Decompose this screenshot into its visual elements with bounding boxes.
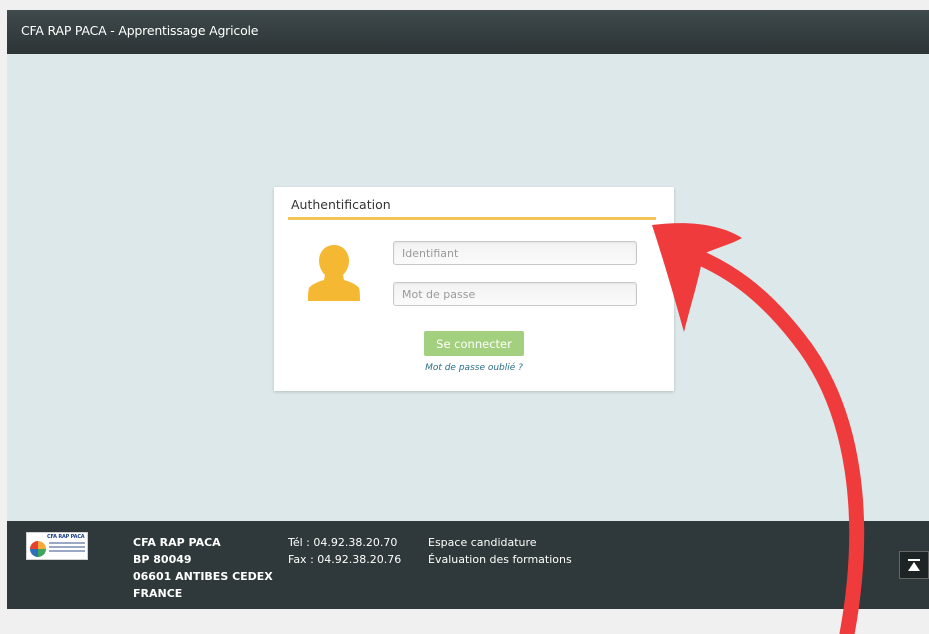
logo-tagline-line bbox=[49, 542, 85, 544]
logo-tagline-line bbox=[49, 550, 85, 552]
arrow-up-to-top-icon bbox=[908, 559, 920, 571]
country: FRANCE bbox=[133, 587, 183, 600]
user-avatar-icon bbox=[308, 245, 360, 301]
logo-text: CFA RAP PACA bbox=[47, 534, 85, 540]
phone-number: Tél : 04.92.38.20.70 bbox=[288, 536, 398, 549]
username-input[interactable] bbox=[393, 241, 637, 265]
password-input[interactable] bbox=[393, 282, 637, 306]
login-title: Authentification bbox=[291, 197, 391, 212]
title-divider bbox=[288, 217, 656, 220]
city: 06601 ANTIBES CEDEX bbox=[133, 570, 273, 583]
logo-emblem-icon bbox=[30, 541, 46, 557]
fax-number: Fax : 04.92.38.20.76 bbox=[288, 553, 402, 566]
footer-links: Espace candidature Évaluation des format… bbox=[428, 534, 572, 568]
evaluation-link[interactable]: Évaluation des formations bbox=[428, 551, 572, 568]
footer-contact: Tél : 04.92.38.20.70 Fax : 04.92.38.20.7… bbox=[288, 534, 401, 568]
login-panel: Authentification Se connecter Mot de pas… bbox=[274, 187, 674, 391]
footer-address: CFA RAP PACA BP 80049 06601 ANTIBES CEDE… bbox=[133, 534, 273, 602]
candidature-link[interactable]: Espace candidature bbox=[428, 534, 572, 551]
footer: CFA RAP PACA CFA RAP PACA BP 80049 06601… bbox=[7, 521, 929, 609]
po-box: BP 80049 bbox=[133, 553, 192, 566]
footer-logo: CFA RAP PACA bbox=[26, 532, 88, 560]
login-button[interactable]: Se connecter bbox=[424, 331, 524, 356]
forgot-password-link[interactable]: Mot de passe oublié ? bbox=[424, 363, 524, 373]
logo-tagline bbox=[49, 542, 85, 556]
app-window: CFA RAP PACA - Apprentissage Agricole Au… bbox=[7, 10, 929, 609]
logo-tagline-line bbox=[49, 546, 85, 548]
scroll-to-top-button[interactable] bbox=[899, 551, 929, 579]
app-title: CFA RAP PACA - Apprentissage Agricole bbox=[21, 23, 259, 38]
top-bar: CFA RAP PACA - Apprentissage Agricole bbox=[7, 10, 929, 54]
org-name: CFA RAP PACA bbox=[133, 536, 221, 549]
